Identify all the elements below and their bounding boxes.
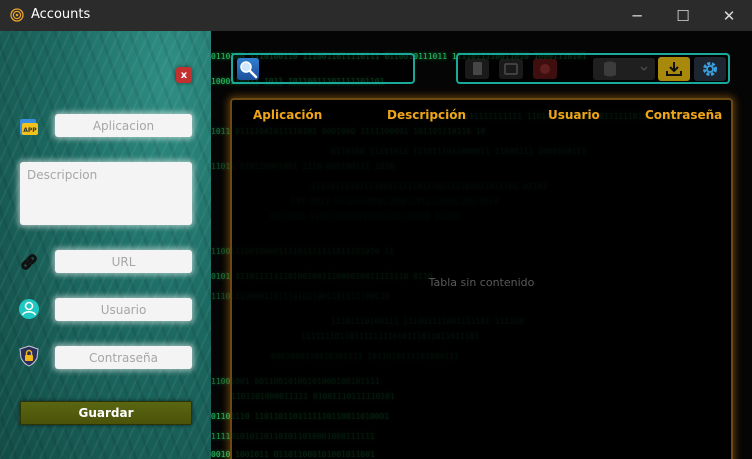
username-input[interactable]: Usuario (55, 298, 192, 321)
download-button[interactable] (658, 57, 690, 81)
close-window-button[interactable]: ✕ (706, 0, 752, 31)
database-select[interactable] (593, 58, 655, 80)
search-button[interactable] (237, 58, 259, 80)
column-header-password[interactable]: Contraseña (645, 108, 722, 122)
password-input[interactable]: Contraseña (55, 346, 192, 369)
url-input[interactable]: URL (55, 250, 192, 273)
download-icon (666, 62, 682, 76)
delete-button[interactable] (533, 59, 557, 79)
empty-table-message: Tabla sin contenido (428, 276, 535, 289)
edit-icon (504, 63, 518, 75)
close-form-button[interactable]: x (176, 67, 192, 83)
description-textarea[interactable]: Descripcion (20, 162, 192, 225)
gear-icon (703, 62, 717, 76)
toolbar (456, 53, 730, 84)
column-header-description[interactable]: Descripción (387, 108, 466, 122)
accounts-table: Aplicación Descripción Usuario Contraseñ… (230, 98, 733, 459)
maximize-button[interactable]: ☐ (660, 0, 706, 31)
user-icon (19, 299, 39, 319)
minimize-button[interactable]: ─ (614, 0, 660, 31)
accounts-list-panel: 0110100 1110100110 1110011011110111 0110… (211, 31, 752, 459)
document-icon (473, 62, 482, 75)
lock-shield-icon (19, 345, 39, 367)
application-input[interactable]: Aplicacion (55, 114, 192, 137)
search-input[interactable] (231, 53, 415, 84)
fingerprint-icon (10, 8, 24, 22)
save-button[interactable]: Guardar (20, 401, 192, 425)
search-icon (240, 61, 258, 79)
document-button[interactable] (465, 59, 489, 79)
column-header-user[interactable]: Usuario (548, 108, 600, 122)
link-icon (21, 254, 37, 270)
app-icon: APP (20, 119, 38, 135)
edit-button[interactable] (499, 59, 523, 79)
svg-text:APP: APP (23, 127, 37, 134)
title-bar: Accounts ─ ☐ ✕ (0, 0, 752, 31)
database-icon (604, 61, 648, 77)
column-header-application[interactable]: Aplicación (253, 108, 322, 122)
window-title: Accounts (31, 7, 91, 22)
delete-icon (540, 64, 550, 74)
settings-button[interactable] (694, 57, 726, 81)
account-form-panel: x APP Aplicacion Descripcion URL Usuario… (0, 31, 211, 459)
